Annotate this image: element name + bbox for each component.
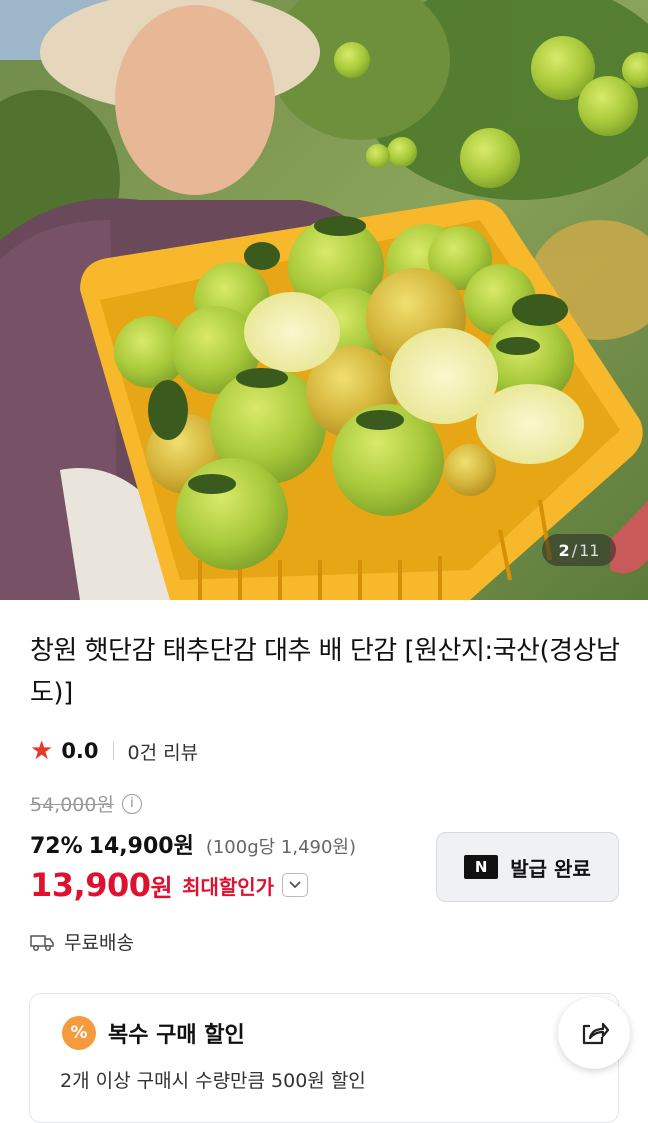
- percent-badge-icon: %: [62, 1016, 96, 1050]
- rating-divider: [112, 742, 114, 760]
- image-counter-separator: /: [571, 540, 578, 560]
- star-icon: ★: [30, 736, 54, 766]
- share-icon: [582, 1022, 609, 1045]
- max-discount-price: 13,900원: [30, 866, 173, 904]
- original-price: 54,000원: [30, 794, 114, 816]
- max-discount-price-currency: 원: [150, 874, 173, 902]
- shipping-row: 무료배송: [30, 928, 134, 955]
- info-icon[interactable]: i: [121, 793, 142, 814]
- multi-discount-desc: 2개 이상 구매시 수량만큼 500원 할인: [60, 1070, 366, 1092]
- image-counter-total: 11: [579, 540, 600, 560]
- coupon-button-label: 발급 완료: [510, 856, 591, 881]
- product-photo: [0, 0, 648, 600]
- max-discount-price-number: 13,900: [30, 866, 151, 904]
- original-price-row: 54,000원 i: [30, 790, 142, 817]
- max-discount-row[interactable]: 13,900원 최대할인가: [30, 866, 309, 904]
- share-button[interactable]: [558, 997, 630, 1069]
- discount-percent: 72%: [30, 834, 83, 859]
- rating-score: 0.0: [61, 739, 99, 763]
- product-image[interactable]: 2 / 11: [0, 0, 648, 600]
- image-counter-current: 2: [558, 540, 570, 560]
- product-title: 창원 햇단감 태추단감 대추 배 단감 [원산지:국산(경상남도)]: [30, 636, 620, 708]
- image-counter: 2 / 11: [542, 534, 616, 566]
- multi-discount-title: 복수 구매 할인: [108, 1023, 245, 1048]
- chevron-down-icon[interactable]: [282, 873, 309, 897]
- shipping-label: 무료배송: [64, 932, 134, 954]
- naver-n-icon: N: [464, 855, 499, 879]
- sale-price: 14,900원: [88, 834, 194, 859]
- coupon-issued-button[interactable]: N 발급 완료: [436, 832, 619, 902]
- unit-price: (100g당 1,490원): [205, 837, 357, 858]
- truck-icon: [30, 934, 54, 951]
- review-count[interactable]: 0건 리뷰: [128, 738, 199, 765]
- rating-row[interactable]: ★ 0.0 0건 리뷰: [30, 736, 198, 766]
- max-discount-label: 최대할인가: [182, 874, 275, 899]
- multi-purchase-discount-card: % 복수 구매 할인 2개 이상 구매시 수량만큼 500원 할인: [29, 993, 619, 1123]
- multi-discount-header: % 복수 구매 할인: [62, 1016, 245, 1050]
- sale-price-row: 72% 14,900원 (100g당 1,490원): [30, 828, 356, 860]
